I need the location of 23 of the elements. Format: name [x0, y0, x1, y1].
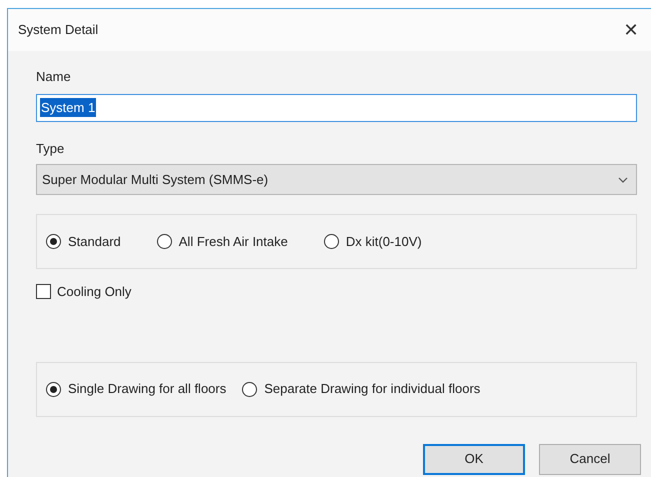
radio-button[interactable]	[156, 234, 172, 249]
checkbox-label: Cooling Only	[57, 283, 132, 301]
dialog-button[interactable]: Cancel	[539, 444, 641, 474]
radio-label: Dx kit(0-10V)	[346, 232, 422, 251]
checkbox[interactable]	[36, 284, 51, 300]
radio-label: Separate Drawing for individual floors	[264, 380, 480, 398]
chevron-down-icon	[618, 176, 628, 182]
name-field[interactable]: System 1	[36, 94, 637, 122]
selected-text: System 1	[40, 98, 96, 118]
field-label: Type	[36, 140, 66, 158]
radio-button[interactable]	[324, 234, 339, 249]
radio-button[interactable]	[46, 234, 61, 249]
radio-button[interactable]	[46, 382, 61, 396]
radio-label: Standard	[68, 232, 121, 251]
radio-button[interactable]	[242, 382, 258, 396]
window-title: System Detail	[18, 21, 98, 40]
type-dropdown[interactable]: Super Modular Multi System (SMMS-e)	[36, 164, 637, 195]
close-button[interactable]: ✕	[617, 16, 645, 44]
field-label: Name	[36, 68, 72, 86]
dialog-button[interactable]: OK	[423, 444, 525, 474]
radio-label: Single Drawing for all floors	[68, 380, 226, 398]
radio-label: All Fresh Air Intake	[178, 232, 288, 251]
dropdown-value: Super Modular Multi System (SMMS-e)	[42, 170, 268, 189]
